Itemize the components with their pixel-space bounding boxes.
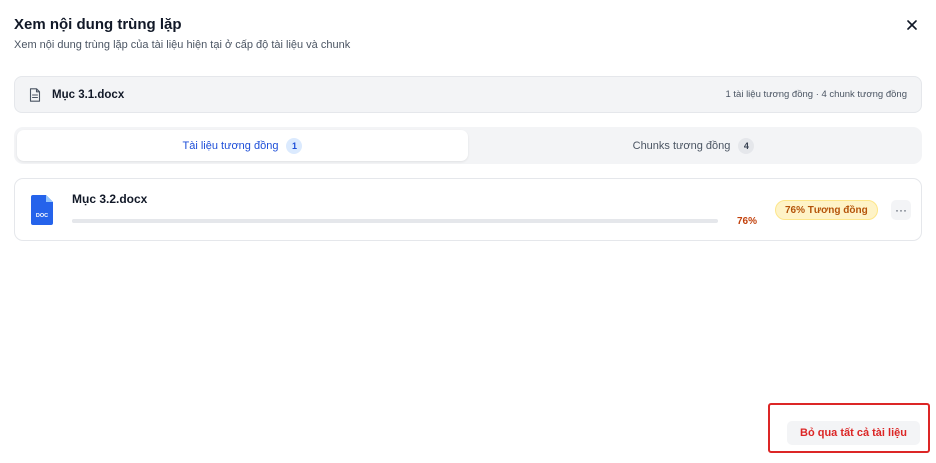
tab-bar: Tài liệu tương đồng 1 Chunks tương đồng … xyxy=(14,127,922,164)
tab-similar-documents[interactable]: Tài liệu tương đồng 1 xyxy=(17,130,468,161)
more-options-button[interactable]: ··· xyxy=(891,200,911,220)
current-file-bar: Mục 3.1.docx 1 tài liệu tương đồng · 4 c… xyxy=(14,76,922,113)
duplicate-summary: 1 tài liệu tương đồng · 4 chunk tương đồ… xyxy=(725,89,907,100)
similarity-percent: 76% xyxy=(737,216,758,227)
similar-document-name: Mục 3.2.docx xyxy=(72,192,148,206)
close-button[interactable] xyxy=(902,15,922,35)
dialog-title: Xem nội dung trùng lặp xyxy=(14,16,182,33)
document-icon xyxy=(29,87,43,102)
similarity-bar-fill xyxy=(72,219,563,223)
dialog-subtitle: Xem nội dung trùng lặp của tài liệu hiện… xyxy=(14,39,351,51)
current-file-name: Mục 3.1.docx xyxy=(52,88,125,101)
tab-count-badge: 1 xyxy=(286,137,303,154)
tab-label: Chunks tương đồng xyxy=(632,139,731,152)
skip-all-documents-button[interactable]: Bỏ qua tất cả tài liệu xyxy=(787,421,920,445)
similarity-bar xyxy=(72,219,718,223)
docx-file-icon-label: DOC xyxy=(36,213,48,219)
docx-file-icon: DOC xyxy=(31,195,53,225)
close-icon xyxy=(907,20,917,30)
tab-similar-chunks[interactable]: Chunks tương đồng 4 xyxy=(468,130,919,161)
similarity-badge: 76% Tương đồng xyxy=(775,200,878,220)
similar-document-card[interactable]: DOC Mục 3.2.docx 76% 76% Tương đồng ··· xyxy=(14,178,922,241)
tab-label: Tài liệu tương đồng xyxy=(182,139,279,152)
tab-count-badge: 4 xyxy=(738,137,755,154)
